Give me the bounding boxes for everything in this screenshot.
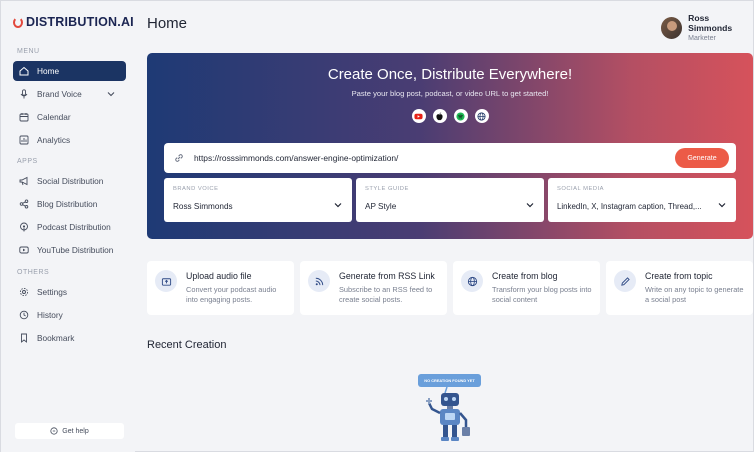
share-icon bbox=[19, 199, 29, 209]
avatar[interactable] bbox=[661, 16, 683, 39]
platform-icons bbox=[147, 109, 753, 123]
brand-logo[interactable]: DISTRIBUTION.AI bbox=[13, 15, 134, 29]
style-guide-select[interactable]: STYLE GUIDE AP Style bbox=[356, 178, 544, 222]
globe-icon[interactable] bbox=[474, 109, 489, 123]
sidebar-item-analytics[interactable]: Analytics bbox=[13, 130, 126, 150]
card-description: Write on any topic to generate a social … bbox=[645, 285, 744, 304]
hero-subtitle: Paste your blog post, podcast, or video … bbox=[351, 89, 549, 98]
gear-icon bbox=[19, 287, 29, 297]
sidebar-item-label: Analytics bbox=[37, 135, 71, 145]
calendar-icon bbox=[19, 112, 29, 122]
analytics-icon bbox=[19, 135, 29, 145]
sidebar-item-calendar[interactable]: Calendar bbox=[13, 107, 126, 127]
select-value: AP Style bbox=[365, 202, 397, 211]
sidebar-item-label: Blog Distribution bbox=[37, 199, 98, 209]
chevron-down-icon bbox=[334, 203, 342, 208]
sidebar: DISTRIBUTION.AI MENU Home Brand Voice Ca… bbox=[1, 1, 135, 452]
select-value: Ross Simmonds bbox=[173, 202, 233, 211]
card-description: Subscribe to an RSS feed to create socia… bbox=[339, 285, 433, 304]
sidebar-item-label: Brand Voice bbox=[37, 89, 82, 99]
chevron-down-icon bbox=[718, 203, 726, 208]
robot-illustration-icon bbox=[426, 387, 470, 441]
card-title: Create from blog bbox=[492, 271, 558, 281]
user-profile[interactable]: Ross Simmonds Marketer bbox=[661, 13, 753, 42]
others-section-label: OTHERS bbox=[17, 269, 50, 276]
spotify-icon[interactable] bbox=[453, 109, 468, 123]
rss-link-card[interactable]: Generate from RSS Link Subscribe to an R… bbox=[300, 261, 447, 315]
chevron-down-icon[interactable] bbox=[106, 89, 116, 99]
get-help-button[interactable]: Get help bbox=[15, 423, 124, 439]
get-help-label: Get help bbox=[62, 427, 89, 435]
generate-button[interactable]: Generate bbox=[675, 148, 729, 168]
logo-mark-icon bbox=[13, 16, 23, 28]
create-from-topic-card[interactable]: Create from topic Write on any topic to … bbox=[606, 261, 753, 315]
bookmark-icon bbox=[19, 333, 29, 343]
empty-state-message: NO CREATION FOUND YET bbox=[418, 374, 481, 387]
history-icon bbox=[19, 310, 29, 320]
sidebar-item-label: Podcast Distribution bbox=[37, 222, 111, 232]
sidebar-item-label: Calendar bbox=[37, 112, 71, 122]
page-title: Home bbox=[147, 15, 188, 32]
sidebar-item-settings[interactable]: Settings bbox=[13, 282, 126, 302]
sidebar-item-home[interactable]: Home bbox=[13, 61, 126, 81]
empty-state: NO CREATION FOUND YET bbox=[411, 369, 491, 449]
chat-icon bbox=[50, 427, 58, 435]
podcast-icon bbox=[19, 222, 29, 232]
user-role: Marketer bbox=[688, 35, 716, 42]
social-media-select[interactable]: SOCIAL MEDIA LinkedIn, X, Instagram capt… bbox=[548, 178, 736, 222]
sidebar-item-bookmark[interactable]: Bookmark bbox=[13, 328, 126, 348]
select-label: BRAND VOICE bbox=[173, 186, 219, 192]
sidebar-item-label: Settings bbox=[37, 287, 67, 297]
select-value: LinkedIn, X, Instagram caption, Thread,.… bbox=[557, 202, 702, 211]
hero-panel: Create Once, Distribute Everywhere! Past… bbox=[147, 53, 753, 239]
sidebar-item-brand-voice[interactable]: Brand Voice bbox=[13, 84, 126, 104]
brand-name: DISTRIBUTION.AI bbox=[26, 15, 134, 29]
menu-section-label: MENU bbox=[17, 48, 40, 55]
sidebar-item-label: History bbox=[37, 310, 63, 320]
youtube-icon bbox=[19, 245, 29, 255]
rss-icon bbox=[308, 270, 330, 292]
select-label: STYLE GUIDE bbox=[365, 186, 409, 192]
sidebar-item-label: Social Distribution bbox=[37, 176, 104, 186]
apple-icon[interactable] bbox=[432, 109, 447, 123]
select-label: SOCIAL MEDIA bbox=[557, 186, 605, 192]
microphone-icon bbox=[19, 89, 29, 99]
card-title: Create from topic bbox=[645, 271, 713, 281]
megaphone-icon bbox=[19, 176, 29, 186]
upload-audio-card[interactable]: Upload audio file Convert your podcast a… bbox=[147, 261, 294, 315]
url-bar: Generate bbox=[164, 143, 736, 173]
user-name: Ross Simmonds bbox=[688, 13, 733, 33]
chevron-down-icon bbox=[526, 203, 534, 208]
url-input[interactable] bbox=[194, 153, 664, 163]
sidebar-item-blog-distribution[interactable]: Blog Distribution bbox=[13, 194, 126, 214]
apps-section-label: APPS bbox=[17, 158, 38, 165]
sidebar-item-history[interactable]: History bbox=[13, 305, 126, 325]
card-description: Convert your podcast audio into engaging… bbox=[186, 285, 277, 304]
globe-icon bbox=[461, 270, 483, 292]
brand-voice-select[interactable]: BRAND VOICE Ross Simmonds bbox=[164, 178, 352, 222]
upload-audio-icon bbox=[155, 270, 177, 292]
recent-creation-heading: Recent Creation bbox=[147, 339, 227, 351]
sidebar-item-podcast-distribution[interactable]: Podcast Distribution bbox=[13, 217, 126, 237]
sidebar-item-label: Bookmark bbox=[37, 333, 75, 343]
sidebar-item-social-distribution[interactable]: Social Distribution bbox=[13, 171, 126, 191]
card-title: Generate from RSS Link bbox=[339, 271, 435, 281]
pencil-icon bbox=[614, 270, 636, 292]
sidebar-item-label: YouTube Distribution bbox=[37, 245, 114, 255]
link-icon bbox=[175, 154, 183, 162]
hero-title: Create Once, Distribute Everywhere! bbox=[327, 66, 573, 83]
sidebar-item-youtube-distribution[interactable]: YouTube Distribution bbox=[13, 240, 126, 260]
card-title: Upload audio file bbox=[186, 271, 252, 281]
home-icon bbox=[19, 66, 29, 76]
card-description: Transform your blog posts into social co… bbox=[492, 285, 592, 304]
create-from-blog-card[interactable]: Create from blog Transform your blog pos… bbox=[453, 261, 600, 315]
youtube-icon[interactable] bbox=[411, 109, 426, 123]
sidebar-item-label: Home bbox=[37, 66, 60, 76]
